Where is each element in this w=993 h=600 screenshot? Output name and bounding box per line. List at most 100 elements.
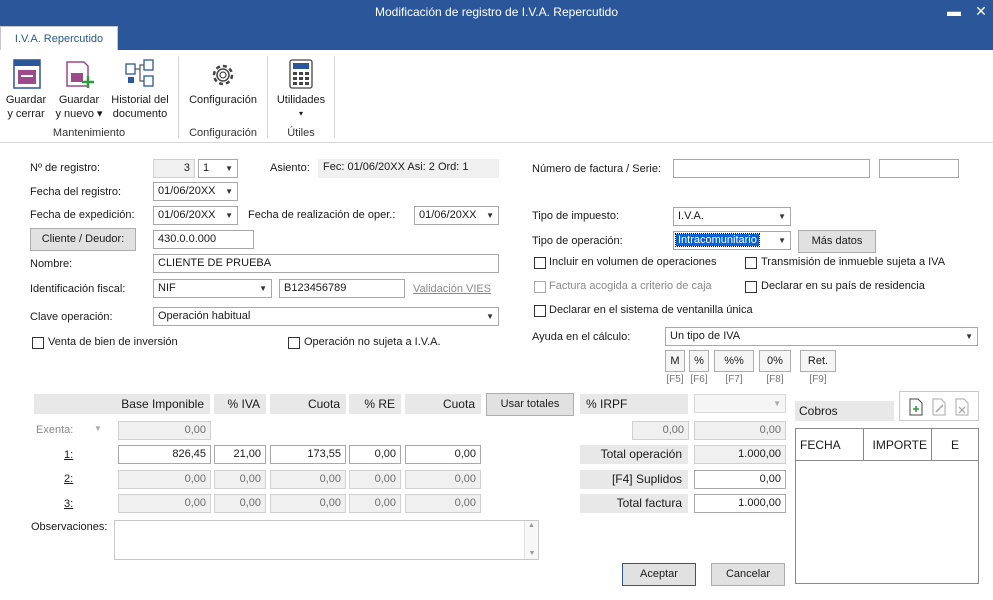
cobros-col-e[interactable]: E — [932, 429, 978, 461]
factura-serie-field[interactable] — [879, 159, 959, 178]
clave-select[interactable]: Operación habitual ▼ — [153, 307, 499, 326]
declarar-pais-checkbox[interactable] — [745, 281, 757, 293]
history-label-1: Historial del — [111, 94, 169, 106]
fecha-expedicion-field[interactable]: 01/06/20XX ▼ — [153, 206, 238, 225]
minimize-button[interactable]: ▬ — [942, 0, 966, 24]
cliente-deudor-button[interactable]: Cliente / Deudor: — [30, 228, 136, 251]
row-3-cuota[interactable]: 0,00 — [270, 494, 346, 513]
exenta-base-field[interactable]: 0,00 — [118, 421, 211, 440]
edit-document-icon[interactable] — [931, 398, 947, 416]
chevron-down-icon: ▼ — [965, 332, 973, 341]
row-3-re[interactable]: 0,00 — [349, 494, 401, 513]
no-sujeta-checkbox[interactable] — [288, 337, 300, 349]
utilities-button[interactable]: Utilidades ▾ — [272, 58, 330, 124]
save-new-button[interactable]: Guardar y nuevo ▾ — [54, 58, 104, 124]
save-close-icon — [13, 59, 41, 89]
identificacion-num-field[interactable]: B123456789 — [279, 279, 405, 298]
identificacion-tipo-select[interactable]: NIF ▼ — [153, 279, 272, 298]
mas-datos-button[interactable]: Más datos — [798, 230, 876, 253]
cliente-cuenta-field[interactable]: 430.0.0.000 — [153, 230, 254, 249]
registro-number-field[interactable]: 3 — [153, 159, 195, 178]
fecha-expedicion-value: 01/06/20XX — [158, 209, 216, 221]
tipo-impuesto-select[interactable]: I.V.A. ▼ — [673, 207, 791, 226]
save-new-icon — [66, 61, 94, 88]
save-new-label-1: Guardar — [58, 94, 100, 106]
row-2-cuota-re[interactable]: 0,00 — [405, 470, 481, 489]
aceptar-button[interactable]: Aceptar — [622, 563, 696, 586]
irpf-select[interactable]: ▼ — [694, 394, 786, 413]
venta-bien-checkbox[interactable] — [32, 337, 44, 349]
header-irpf: % IRPF — [580, 394, 688, 414]
factura-acogida-checkbox[interactable] — [534, 281, 546, 293]
row-2-cuota[interactable]: 0,00 — [270, 470, 346, 489]
ribbon: Guardar y cerrar Guardar y nuevo ▾ Histo… — [0, 50, 993, 143]
fecha-realizacion-field[interactable]: 01/06/20XX ▼ — [414, 206, 499, 225]
calc-m-button[interactable]: M — [665, 350, 685, 372]
chevron-down-icon: ▼ — [528, 550, 536, 557]
irpf-base-field[interactable]: 0,00 — [632, 421, 689, 440]
nombre-label: Nombre: — [30, 258, 73, 270]
row-3-label: 3: — [64, 498, 74, 510]
row-2-re[interactable]: 0,00 — [349, 470, 401, 489]
row-3-cuota-re[interactable]: 0,00 — [405, 494, 481, 513]
group-config-label: Configuración — [189, 127, 257, 139]
asiento-label: Asiento: — [270, 162, 310, 174]
fecha-registro-field[interactable]: 01/06/20XX ▼ — [153, 182, 238, 201]
validacion-vies-link[interactable]: Validación VIES — [413, 283, 491, 295]
total-factura-field[interactable]: 1.000,00 — [694, 494, 786, 513]
cobros-col-importe[interactable]: IMPORTE — [864, 429, 932, 461]
chevron-down-icon: ▼ — [773, 399, 781, 408]
fecha-expedicion-label: Fecha de expedición: — [30, 209, 135, 221]
ventanilla-checkbox[interactable] — [534, 305, 546, 317]
delete-document-icon[interactable] — [954, 398, 970, 416]
cobros-table[interactable]: FECHA IMPORTE E — [795, 428, 979, 584]
nombre-field[interactable]: CLIENTE DE PRUEBA — [153, 254, 499, 273]
group-utils-label: Útiles — [287, 127, 315, 139]
calc-double-percent-button[interactable]: %% — [714, 350, 754, 372]
row-2-base[interactable]: 0,00 — [118, 470, 211, 489]
row-3-base[interactable]: 0,00 — [118, 494, 211, 513]
tipo-operacion-select[interactable]: Intracomunitario ▼ — [673, 231, 791, 250]
row-2-iva[interactable]: 0,00 — [214, 470, 266, 489]
history-label-2: documento — [112, 108, 168, 120]
ayuda-label: Ayuda en el cálculo: — [532, 331, 631, 343]
tab-iva-repercutido[interactable]: I.V.A. Repercutido — [0, 26, 118, 51]
incluir-volumen-checkbox[interactable] — [534, 257, 546, 269]
chevron-down-icon: ▾ — [298, 109, 303, 118]
config-button[interactable]: Configuración — [184, 58, 262, 124]
row-1-base[interactable]: 826,45 — [118, 445, 211, 464]
registro-serie-select[interactable]: 1 ▼ — [198, 159, 238, 178]
calc-ret-button[interactable]: Ret. — [800, 350, 836, 372]
chevron-down-icon: ▼ — [94, 424, 102, 433]
row-1-cuota[interactable]: 173,55 — [270, 445, 346, 464]
cobros-col-fecha[interactable]: FECHA — [796, 429, 864, 461]
suplidos-field[interactable]: 0,00 — [694, 470, 786, 489]
observaciones-textarea[interactable]: ▲ ▼ — [114, 520, 539, 560]
scrollbar[interactable]: ▲ ▼ — [524, 521, 538, 559]
transmision-checkbox[interactable] — [745, 257, 757, 269]
save-close-label-1: Guardar — [5, 94, 47, 106]
calc-percent-button[interactable]: % — [689, 350, 709, 372]
row-1-re[interactable]: 0,00 — [349, 445, 401, 464]
key-hint: [F8] — [766, 374, 784, 385]
new-document-icon[interactable] — [908, 398, 924, 416]
calc-zero-percent-button[interactable]: 0% — [759, 350, 791, 372]
clave-label: Clave operación: — [30, 311, 113, 323]
save-close-button[interactable]: Guardar y cerrar — [2, 58, 50, 124]
row-1-cuota-re[interactable]: 0,00 — [405, 445, 481, 464]
cobros-title: Cobros — [795, 401, 894, 421]
save-close-label-2: y cerrar — [7, 108, 45, 120]
ayuda-select[interactable]: Un tipo de IVA ▼ — [665, 327, 978, 346]
row-3-iva[interactable]: 0,00 — [214, 494, 266, 513]
cobros-toolbar — [899, 391, 979, 421]
cancelar-button[interactable]: Cancelar — [711, 563, 785, 586]
factura-num-field[interactable] — [673, 159, 870, 178]
irpf-cuota-field[interactable]: 0,00 — [694, 421, 786, 440]
history-button[interactable]: Historial del documento — [106, 58, 174, 124]
gear-icon — [212, 64, 234, 86]
close-button[interactable]: ✕ — [969, 0, 993, 24]
header-base-imponible: Base Imponible — [34, 394, 210, 414]
usar-totales-button[interactable]: Usar totales — [486, 393, 574, 416]
chevron-down-icon: ▼ — [259, 284, 267, 293]
row-1-iva[interactable]: 21,00 — [214, 445, 266, 464]
